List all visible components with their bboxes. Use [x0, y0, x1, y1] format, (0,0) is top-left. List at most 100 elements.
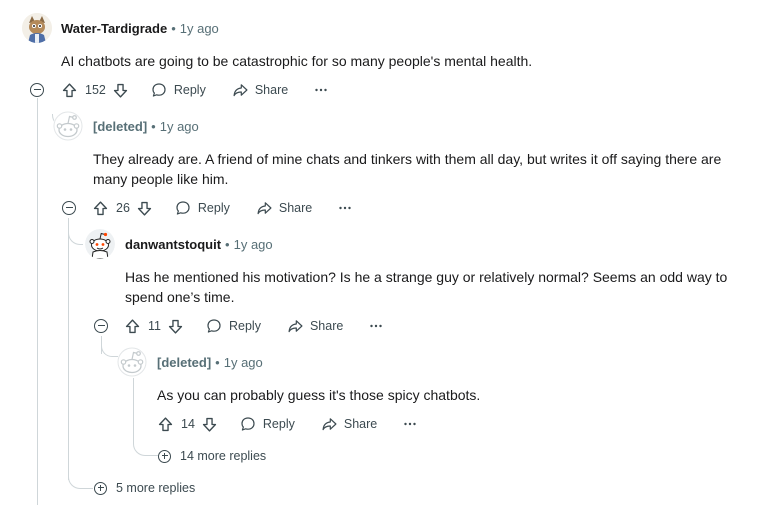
share-label: Share [278, 201, 313, 215]
meta-separator: • [225, 237, 230, 252]
timestamp[interactable]: 1y ago [180, 21, 219, 36]
username: [deleted] [93, 119, 148, 134]
vote-score: 152 [85, 83, 106, 97]
share-arrow-icon [288, 320, 303, 333]
speech-bubble-icon [152, 83, 166, 97]
share-label: Share [309, 319, 344, 333]
thread-elbow-14more [133, 440, 158, 456]
thread-elbow-c3 [68, 232, 83, 245]
comment-body-line: They already are. A friend of mine chats… [93, 151, 722, 167]
downvote-arrow-icon [202, 417, 217, 432]
downvote-button[interactable] [136, 200, 153, 217]
timestamp[interactable]: 1y ago [224, 355, 263, 370]
downvote-arrow-icon [137, 201, 152, 216]
share-button[interactable]: Share [287, 318, 343, 334]
username[interactable]: Water-Tardigrade [61, 21, 167, 36]
speech-bubble-icon [176, 201, 190, 215]
reply-button[interactable]: Reply [175, 200, 230, 216]
upvote-button[interactable] [92, 200, 109, 217]
speech-bubble-icon [207, 319, 221, 333]
comment-meta: Water-Tardigrade • 1y ago [61, 21, 219, 37]
thread-elbow-c4 [101, 346, 118, 357]
downvote-arrow-icon [168, 319, 183, 334]
thread-line-level-1 [37, 98, 38, 505]
overflow-menu-button[interactable] [338, 201, 352, 215]
timestamp[interactable]: 1y ago [234, 237, 273, 252]
comment-actions: 26 Reply Share [92, 197, 352, 219]
vote-score: 26 [116, 201, 130, 215]
default-snoo-avatar-icon [117, 347, 147, 377]
meta-separator: • [171, 21, 176, 36]
comment-body: They already are. A friend of mine chats… [93, 149, 721, 189]
collapse-thread-button[interactable] [94, 319, 108, 333]
tardigrade-cartoon-avatar-icon [22, 13, 52, 43]
timestamp[interactable]: 1y ago [160, 119, 199, 134]
comment-body-line: many people like him. [93, 171, 229, 187]
more-replies-button[interactable]: 14 more replies [158, 449, 266, 463]
ellipsis-icon [315, 88, 327, 92]
avatar[interactable] [117, 347, 147, 377]
upvote-arrow-icon [93, 200, 108, 215]
share-arrow-icon [322, 418, 337, 431]
downvote-arrow-icon [113, 83, 127, 98]
upvote-arrow-icon [62, 82, 77, 97]
downvote-button[interactable] [112, 82, 129, 99]
vote-score: 14 [181, 417, 195, 431]
ellipsis-icon [404, 422, 416, 426]
comment-body-line: spend one’s time. [125, 289, 235, 305]
reply-button[interactable]: Reply [151, 82, 206, 98]
overflow-menu-button[interactable] [314, 83, 328, 97]
comment-meta: [deleted] • 1y ago [93, 119, 199, 135]
share-arrow-icon [257, 202, 272, 215]
upvote-button[interactable] [124, 318, 141, 335]
thread-elbow-5more [68, 470, 93, 489]
comment-body: Has he mentioned his motivation? Is he a… [125, 267, 727, 307]
ellipsis-icon [339, 206, 351, 210]
reply-label: Reply [173, 83, 206, 97]
downvote-button[interactable] [167, 318, 184, 335]
plus-circle-icon [94, 481, 107, 495]
reply-label: Reply [197, 201, 230, 215]
avatar[interactable] [22, 13, 52, 43]
reply-button[interactable]: Reply [240, 416, 295, 432]
comment-body-line: Has he mentioned his motivation? Is he a… [125, 269, 728, 285]
share-button[interactable]: Share [256, 200, 312, 216]
avatar[interactable] [85, 229, 115, 259]
meta-separator: • [215, 355, 220, 370]
downvote-button[interactable] [201, 416, 218, 433]
overflow-menu-button[interactable] [369, 319, 383, 333]
default-snoo-avatar-icon [53, 111, 83, 141]
share-arrow-icon [233, 84, 248, 97]
upvote-button[interactable] [61, 82, 78, 99]
reply-label: Reply [262, 417, 295, 431]
comment-actions: 14 Reply Share [157, 413, 417, 435]
reply-label: Reply [228, 319, 261, 333]
ellipsis-icon [370, 324, 383, 328]
comment-actions: 152 Reply Share [61, 79, 328, 101]
more-replies-label: 14 more replies [180, 449, 267, 463]
upvote-arrow-icon [125, 318, 140, 333]
share-label: Share [343, 417, 378, 431]
share-label: Share [254, 83, 289, 97]
share-button[interactable]: Share [232, 82, 288, 98]
speech-bubble-icon [241, 417, 255, 431]
overflow-menu-button[interactable] [403, 417, 417, 431]
comment-actions: 11 Reply Share [124, 315, 383, 337]
share-button[interactable]: Share [321, 416, 377, 432]
upvote-button[interactable] [157, 416, 174, 433]
more-replies-button[interactable]: 5 more replies [94, 481, 195, 495]
more-replies-label: 5 more replies [116, 481, 196, 495]
collapse-thread-button[interactable] [30, 83, 44, 97]
vote-score: 11 [148, 319, 161, 333]
comment-body: AI chatbots are going to be catastrophic… [61, 53, 533, 69]
comment-meta: [deleted] • 1y ago [157, 355, 263, 371]
meta-separator: • [151, 119, 156, 134]
upvote-arrow-icon [158, 416, 173, 431]
reply-button[interactable]: Reply [206, 318, 261, 334]
thread-line-level-4 [133, 378, 134, 443]
comment-body: As you can probably guess it's those spi… [157, 387, 481, 403]
avatar[interactable] [53, 111, 83, 141]
collapse-thread-button[interactable] [62, 201, 76, 215]
username[interactable]: danwantstoquit [125, 237, 221, 252]
comment-meta: danwantstoquit • 1y ago [125, 237, 273, 253]
